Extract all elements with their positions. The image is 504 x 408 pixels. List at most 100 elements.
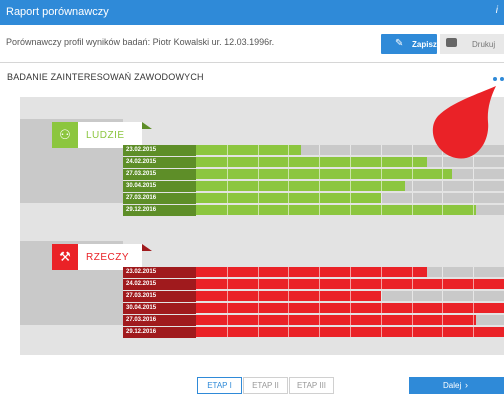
grid-line [227, 157, 228, 167]
grid-line [381, 327, 382, 337]
hammer-icon: ⚒ [52, 244, 78, 270]
info-icon[interactable]: i [496, 5, 498, 16]
grid-line [288, 181, 289, 191]
grid-line [227, 145, 228, 155]
grid-line [288, 267, 289, 277]
grid-line [350, 157, 351, 167]
category-label: RZECZY [86, 252, 129, 263]
result-bar-track [196, 193, 504, 203]
grid-line [227, 205, 228, 215]
grid-line [258, 291, 259, 301]
chevron-right-icon: › [465, 380, 468, 390]
grid-line [319, 193, 320, 203]
grid-line [227, 291, 228, 301]
grid-line [473, 327, 474, 337]
grid-line [258, 205, 259, 215]
row-date-label: 24.02.2015 [123, 279, 196, 290]
grid-line [442, 291, 443, 301]
save-button-label: Zapisz [412, 40, 437, 49]
grid-line [288, 315, 289, 325]
result-bar-track [196, 327, 504, 337]
result-bar [196, 205, 476, 215]
grid-line [288, 193, 289, 203]
grid-line [227, 181, 228, 191]
grid-line [227, 169, 228, 179]
grid-line [473, 279, 474, 289]
row-date-label: 29.12.2016 [123, 327, 196, 338]
grid-line [412, 205, 413, 215]
grid-line [412, 145, 413, 155]
grid-line [412, 181, 413, 191]
row-date-label: 30.04.2015 [123, 181, 196, 192]
grid-line [319, 267, 320, 277]
grid-line [381, 267, 382, 277]
stage-tab[interactable]: ETAP III [289, 377, 334, 394]
grid-line [473, 303, 474, 313]
grid-line [227, 267, 228, 277]
grid-line [412, 193, 413, 203]
result-bar [196, 157, 427, 167]
grid-line [381, 303, 382, 313]
grid-line [258, 267, 259, 277]
grid-line [350, 181, 351, 191]
grid-line [350, 145, 351, 155]
grid-line [350, 279, 351, 289]
stage-tab[interactable]: ETAP II [243, 377, 288, 394]
grid-line [319, 181, 320, 191]
result-bar-track [196, 315, 504, 325]
grid-line [412, 157, 413, 167]
row-date-label: 24.02.2015 [123, 157, 196, 168]
save-button[interactable]: ✎ Zapisz [381, 34, 437, 54]
grid-line [350, 205, 351, 215]
grid-line [288, 169, 289, 179]
grid-line [381, 315, 382, 325]
grid-line [381, 169, 382, 179]
grid-line [473, 169, 474, 179]
grid-line [442, 169, 443, 179]
grid-line [412, 267, 413, 277]
grid-line [258, 327, 259, 337]
grid-line [288, 291, 289, 301]
result-bar-track [196, 279, 504, 289]
grid-line [442, 205, 443, 215]
grid-line [350, 291, 351, 301]
grid-line [227, 193, 228, 203]
grid-line [381, 291, 382, 301]
pager-dot-icon[interactable] [493, 77, 497, 81]
grid-line [258, 169, 259, 179]
grid-line [258, 145, 259, 155]
row-date-label: 27.03.2016 [123, 315, 196, 326]
grid-line [227, 327, 228, 337]
next-button[interactable]: Dalej › [409, 377, 504, 394]
category-label: LUDZIE [86, 130, 125, 141]
grid-line [258, 279, 259, 289]
row-date-label: 27.03.2015 [123, 291, 196, 302]
next-button-label: Dalej [443, 381, 462, 390]
result-bar [196, 315, 476, 325]
result-bar-track [196, 181, 504, 191]
print-button[interactable]: Drukuj [440, 34, 504, 54]
grid-line [381, 205, 382, 215]
grid-line [381, 181, 382, 191]
grid-line [442, 279, 443, 289]
grid-line [319, 145, 320, 155]
grid-line [350, 303, 351, 313]
stage-tab[interactable]: ETAP I [197, 377, 242, 394]
result-bar-track [196, 267, 504, 277]
grid-line [288, 205, 289, 215]
grid-line [350, 315, 351, 325]
row-date-label: 23.02.2015 [123, 267, 196, 278]
grid-line [258, 157, 259, 167]
grid-line [288, 327, 289, 337]
grid-line [319, 291, 320, 301]
grid-line [288, 303, 289, 313]
grid-line [473, 205, 474, 215]
result-bar [196, 169, 452, 179]
pager-dot-icon[interactable] [500, 77, 504, 81]
grid-line [442, 327, 443, 337]
grid-line [319, 303, 320, 313]
result-bar-track [196, 169, 504, 179]
grid-line [381, 157, 382, 167]
section-title: BADANIE ZAINTERESOWAŃ ZAWODOWYCH [7, 72, 204, 82]
row-date-label: 29.12.2016 [123, 205, 196, 216]
